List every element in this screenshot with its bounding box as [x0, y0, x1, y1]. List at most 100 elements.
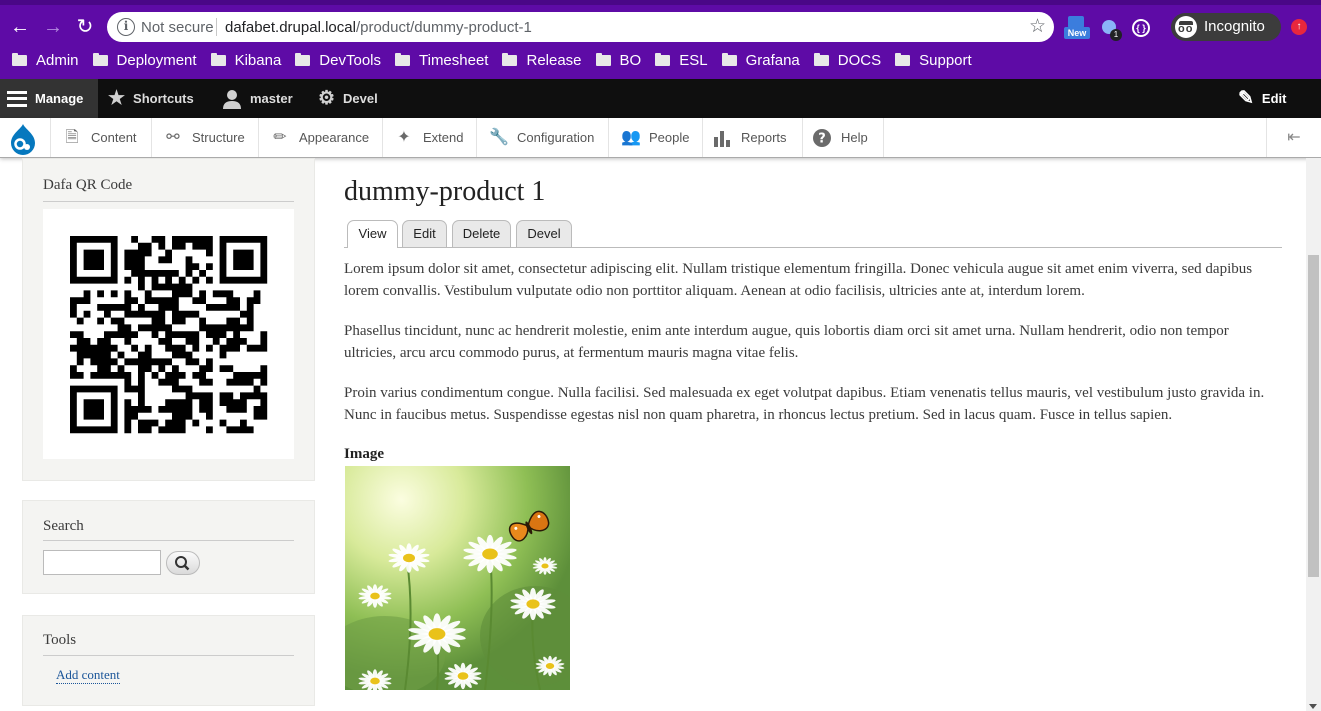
- extension-new-tag: New: [1064, 27, 1090, 39]
- tray-label: Structure: [192, 130, 245, 145]
- drupal-logo-icon[interactable]: [8, 123, 38, 155]
- folder-icon: [595, 52, 611, 66]
- tray-configuration[interactable]: 🔧 Configuration: [477, 118, 609, 157]
- qr-block-title: Dafa QR Code: [43, 177, 133, 193]
- pencil-icon: ✎: [1238, 88, 1254, 109]
- bookmark-folder[interactable]: Release: [502, 52, 582, 69]
- bookmark-folder[interactable]: Kibana: [210, 52, 281, 69]
- bookmark-folder[interactable]: DevTools: [295, 52, 381, 69]
- toolbar-edit-label: Edit: [1261, 91, 1287, 106]
- folder-icon: [12, 52, 27, 66]
- folder-icon: [655, 52, 671, 66]
- user-icon: [223, 89, 241, 109]
- folder-icon: [895, 52, 911, 66]
- qr-modules: [70, 236, 268, 434]
- gear-icon: ⚙: [318, 88, 336, 109]
- add-content-link[interactable]: Add content: [56, 667, 120, 684]
- product-image[interactable]: [345, 466, 570, 690]
- search-button[interactable]: [166, 551, 200, 575]
- bookmark-label: Timesheet: [419, 51, 489, 69]
- svg-text:?: ?: [818, 131, 826, 146]
- back-arrow-icon[interactable]: ←: [7, 14, 33, 40]
- address-bar[interactable]: i Not secure dafabet.drupal.local/produc…: [107, 12, 1054, 42]
- bookmark-folder[interactable]: Admin: [12, 52, 79, 69]
- search-block-title: Search: [43, 518, 84, 534]
- help-icon: ?: [813, 128, 831, 147]
- incognito-icon: [1175, 16, 1197, 38]
- bookmark-star-icon[interactable]: ☆: [1029, 15, 1046, 38]
- folder-icon: [502, 52, 518, 66]
- toolbar-shortcuts[interactable]: ★ Shortcuts: [108, 79, 194, 118]
- tray-people[interactable]: 👥 People: [609, 118, 703, 157]
- body-paragraph: Phasellus tincidunt, nunc ac hendrerit m…: [344, 323, 1229, 361]
- tab-view[interactable]: View: [347, 220, 398, 248]
- folder-icon: [813, 52, 829, 66]
- tray-reports[interactable]: Reports: [703, 118, 803, 157]
- bookmark-folder[interactable]: Timesheet: [395, 52, 488, 69]
- tray-content[interactable]: 🗎 Content: [50, 118, 152, 157]
- tray-label: Help: [841, 130, 868, 145]
- collapse-tray-icon[interactable]: ⇤: [1266, 118, 1321, 157]
- search-input[interactable]: [43, 550, 161, 575]
- bookmark-folder[interactable]: Grafana: [721, 52, 800, 69]
- update-arrow-icon[interactable]: ↑: [1291, 19, 1307, 35]
- extension-new-icon[interactable]: New: [1064, 14, 1090, 39]
- folder-icon: [210, 52, 226, 66]
- url-text[interactable]: dafabet.drupal.local/product/dummy-produ…: [225, 19, 532, 36]
- folder-icon: [721, 52, 737, 66]
- extension-badge: 1: [1110, 29, 1122, 41]
- toolbar-manage[interactable]: Manage: [0, 79, 98, 118]
- body-paragraph: Lorem ipsum dolor sit amet, consectetur …: [344, 261, 1253, 299]
- tray-help[interactable]: ? Help: [803, 118, 884, 157]
- tools-block-title: Tools: [43, 632, 77, 648]
- toolbar-manage-label: Manage: [35, 91, 84, 106]
- tray-label: Reports: [741, 130, 787, 145]
- bookmark-folder[interactable]: BO: [595, 51, 642, 69]
- scroll-down-arrow-icon[interactable]: [1309, 704, 1317, 709]
- tools-block: Tools Add content: [22, 615, 315, 706]
- tab-devel[interactable]: Devel: [516, 220, 572, 247]
- url-host: dafabet.drupal.local: [225, 19, 356, 36]
- bookmark-label: BO: [619, 51, 642, 69]
- block-divider: [43, 655, 294, 656]
- incognito-button[interactable]: Incognito: [1171, 13, 1281, 41]
- star-icon: ★: [108, 88, 126, 109]
- search-icon: [175, 556, 190, 571]
- block-divider: [43, 540, 294, 541]
- scroll-thumb[interactable]: [1308, 255, 1319, 577]
- browser-chrome: ← → ↻ i Not secure dafabet.drupal.local/…: [0, 0, 1321, 79]
- wrench-icon: 🔧: [489, 128, 509, 146]
- page-scrollbar[interactable]: [1306, 158, 1321, 711]
- forward-arrow-icon[interactable]: →: [40, 14, 66, 40]
- toolbar-edit[interactable]: ✎ Edit: [1238, 79, 1286, 118]
- tray-label: Content: [91, 130, 137, 145]
- bookmark-label: Support: [919, 51, 972, 69]
- extension-globe-icon[interactable]: 1: [1100, 14, 1124, 41]
- folder-icon: [295, 52, 311, 66]
- bookmark-folder[interactable]: DOCS: [813, 52, 881, 69]
- toolbar-user[interactable]: master: [222, 79, 293, 118]
- tab-delete[interactable]: Delete: [452, 220, 511, 247]
- body-paragraph: Proin varius condimentum congue. Nulla f…: [344, 385, 1265, 423]
- tray-extend[interactable]: ✦ Extend: [383, 118, 477, 157]
- tab-edit[interactable]: Edit: [402, 220, 447, 247]
- people-icon: 👥: [621, 128, 641, 146]
- security-label: Not secure: [141, 19, 214, 36]
- bookmark-folder[interactable]: Deployment: [92, 52, 197, 69]
- info-icon[interactable]: i: [117, 18, 135, 36]
- bookmark-folder[interactable]: Support: [895, 52, 972, 69]
- reload-icon[interactable]: ↻: [72, 14, 98, 40]
- bookmark-label: ESL: [679, 51, 708, 69]
- tray-structure[interactable]: ⚯ Structure: [152, 118, 259, 157]
- image-field-label: Image: [344, 446, 384, 462]
- extension-brackets-icon[interactable]: { }: [1130, 14, 1154, 38]
- flower-butterfly-picture: [345, 466, 570, 690]
- qr-code-graphic: [70, 236, 268, 434]
- tray-appearance[interactable]: ✏ Appearance: [259, 118, 383, 157]
- folder-icon: [395, 52, 410, 66]
- brackets-shape: { }: [1132, 19, 1150, 37]
- bookmark-folder[interactable]: ESL: [655, 51, 708, 69]
- toolbar-devel[interactable]: ⚙ Devel: [318, 79, 378, 118]
- paintbrush-icon: ✏: [273, 128, 287, 146]
- qr-code-block: Dafa QR Code: [22, 158, 315, 481]
